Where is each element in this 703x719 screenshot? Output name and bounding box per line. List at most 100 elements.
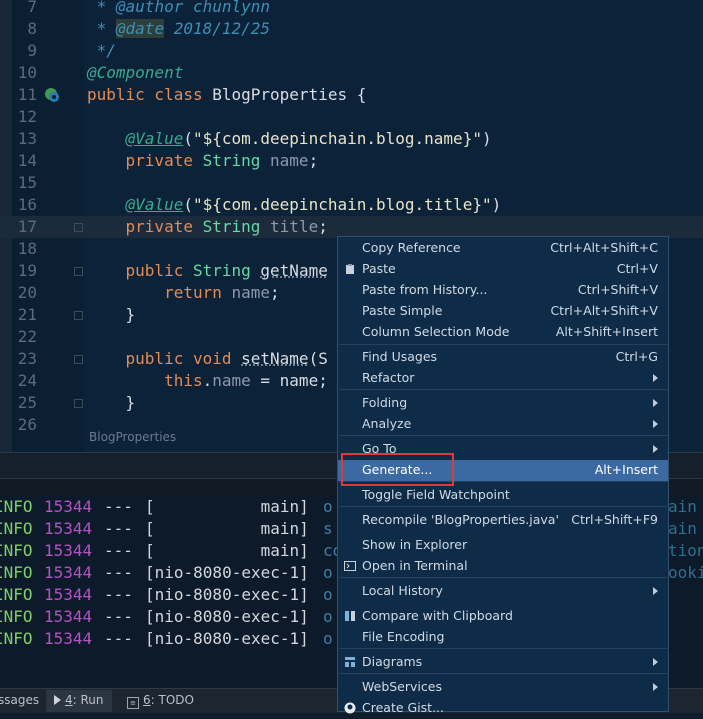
fold-marker-icon[interactable] [74, 267, 83, 276]
menu-item-label: Refactor [362, 370, 415, 385]
compare-icon [344, 610, 356, 622]
code-text[interactable]: */ [87, 40, 116, 62]
code-text[interactable]: * @date 2018/12/25 [87, 18, 270, 40]
code-text[interactable]: private String title; [87, 216, 328, 238]
log-dash: --- [104, 629, 133, 648]
menu-item-folding[interactable]: Folding [338, 393, 668, 414]
code-text[interactable]: } [87, 392, 136, 414]
menu-item-shortcut: Alt+Shift+Insert [555, 324, 658, 339]
line-number: 10 [17, 63, 37, 82]
run-mnemonic: 4 [65, 693, 73, 707]
menu-item-shortcut: Ctrl+G [615, 349, 658, 364]
menu-item-refactor[interactable]: Refactor [338, 368, 668, 389]
log-dash: --- [104, 497, 133, 516]
menu-item-paste-simple[interactable]: Paste Simple Ctrl+Alt+Shift+V [338, 301, 668, 322]
code-token: private [125, 151, 203, 170]
fold-marker-icon[interactable] [74, 311, 83, 320]
line-number: 8 [27, 19, 37, 38]
breadcrumb[interactable]: BlogProperties [89, 430, 176, 444]
code-token: getName [260, 261, 328, 280]
submenu-arrow-icon [653, 420, 658, 428]
line-number: 25 [17, 393, 37, 412]
code-token: ( [183, 129, 193, 148]
code-text[interactable]: } [87, 304, 136, 326]
menu-item-create-gist[interactable]: Create Gist... [338, 698, 668, 719]
fold-marker-icon[interactable] [74, 223, 83, 232]
menu-item-show-in-explorer[interactable]: Show in Explorer [338, 535, 668, 556]
menu-item-toggle-field-watchpoint[interactable]: Toggle Field Watchpoint [338, 485, 668, 506]
code-line[interactable]: 11 public class BlogProperties { [0, 84, 703, 106]
menu-item-find-usages[interactable]: Find Usages Ctrl+G [338, 347, 668, 368]
code-token: public class [87, 85, 213, 104]
code-line[interactable]: 15 [0, 172, 703, 194]
code-token: "${com.deepinchain.blog.title}" [192, 195, 492, 214]
menu-item-open-in-terminal[interactable]: Open in Terminal [338, 556, 668, 577]
menu-item-copy-reference[interactable]: Copy Reference Ctrl+Alt+Shift+C [338, 238, 668, 259]
menu-item-analyze[interactable]: Analyze [338, 414, 668, 435]
menu-item-local-history[interactable]: Local History [338, 581, 668, 602]
code-text[interactable]: * @author chunlynn [87, 0, 270, 18]
menu-item-paste[interactable]: Paste Ctrl+V [338, 259, 668, 280]
submenu-arrow-icon [653, 683, 658, 691]
code-line[interactable]: 13 @Value("${com.deepinchain.blog.name}"… [0, 128, 703, 150]
code-token: String [202, 151, 271, 170]
tool-tab-run[interactable]: 4: Run [46, 690, 112, 712]
log-dash: --- [104, 541, 133, 560]
menu-separator [339, 344, 669, 345]
line-number: 15 [17, 173, 37, 192]
menu-item-webservices[interactable]: WebServices [338, 677, 668, 698]
code-text[interactable]: @Value("${com.deepinchain.blog.name}") [87, 128, 492, 150]
menu-item-label: Paste Simple [362, 303, 443, 318]
code-line[interactable]: 7 * @author chunlynn [0, 0, 703, 18]
code-text[interactable]: private String name; [87, 150, 319, 172]
code-line[interactable]: 14 private String name; [0, 150, 703, 172]
code-token: private [125, 217, 203, 236]
code-token: public void [125, 349, 242, 368]
menu-item-label: WebServices [362, 679, 442, 694]
code-text[interactable]: @Component [87, 62, 183, 84]
log-level: INFO [0, 519, 33, 538]
menu-item-file-encoding[interactable]: File Encoding [338, 627, 668, 648]
fold-marker-icon[interactable] [74, 399, 83, 408]
menu-item-label: Find Usages [362, 349, 438, 364]
todo-icon: ≡ [127, 697, 139, 709]
spring-bean-icon[interactable] [44, 87, 60, 103]
code-line[interactable]: 9 */ [0, 40, 703, 62]
code-line[interactable]: 8 * @date 2018/12/25 [0, 18, 703, 40]
submenu-arrow-icon [653, 399, 658, 407]
menu-item-compare-with-clipboard[interactable]: Compare with Clipboard [338, 606, 668, 627]
code-line[interactable]: 17 private String title; [0, 216, 703, 238]
menu-item-paste-from-history[interactable]: Paste from History... Ctrl+Shift+V [338, 280, 668, 301]
code-token: @author chunlynn [115, 0, 271, 16]
code-token: this [164, 371, 203, 390]
log-level: INFO [0, 563, 33, 582]
menu-separator [339, 648, 669, 649]
code-line[interactable]: 16 @Value("${com.deepinchain.blog.title}… [0, 194, 703, 216]
code-token: 2018/12/25 [164, 19, 271, 38]
tool-tab-messages[interactable]: ssages [0, 693, 39, 707]
code-text[interactable]: public void setName(S [87, 348, 328, 370]
code-line[interactable]: 12 [0, 106, 703, 128]
code-text[interactable]: @Value("${com.deepinchain.blog.title}") [87, 194, 502, 216]
code-token: ) [481, 129, 492, 148]
line-number: 17 [17, 217, 37, 236]
log-thread: [nio-8080-exec-1] [145, 585, 309, 604]
code-text[interactable]: this.name = name; [87, 370, 328, 392]
code-text[interactable]: return name; [87, 282, 280, 304]
menu-item-column-selection-mode[interactable]: Column Selection Mode Alt+Shift+Insert [338, 322, 668, 343]
code-line[interactable]: 10 @Component [0, 62, 703, 84]
menu-separator [339, 673, 669, 674]
code-text[interactable]: public class BlogProperties { [87, 84, 366, 106]
line-number: 23 [17, 349, 37, 368]
menu-item-shortcut: Ctrl+V [616, 261, 658, 276]
menu-item-diagrams[interactable]: Diagrams [338, 652, 668, 673]
tool-tab-todo[interactable]: ≡ 6: TODO [127, 693, 194, 709]
code-token: name [212, 371, 251, 390]
menu-separator [339, 389, 669, 390]
menu-item-recompile[interactable]: Recompile 'BlogProperties.java' Ctrl+Shif… [338, 510, 668, 531]
code-text[interactable]: public String getName [87, 260, 328, 282]
fold-marker-icon[interactable] [74, 355, 83, 364]
run-label: : Run [72, 693, 104, 707]
